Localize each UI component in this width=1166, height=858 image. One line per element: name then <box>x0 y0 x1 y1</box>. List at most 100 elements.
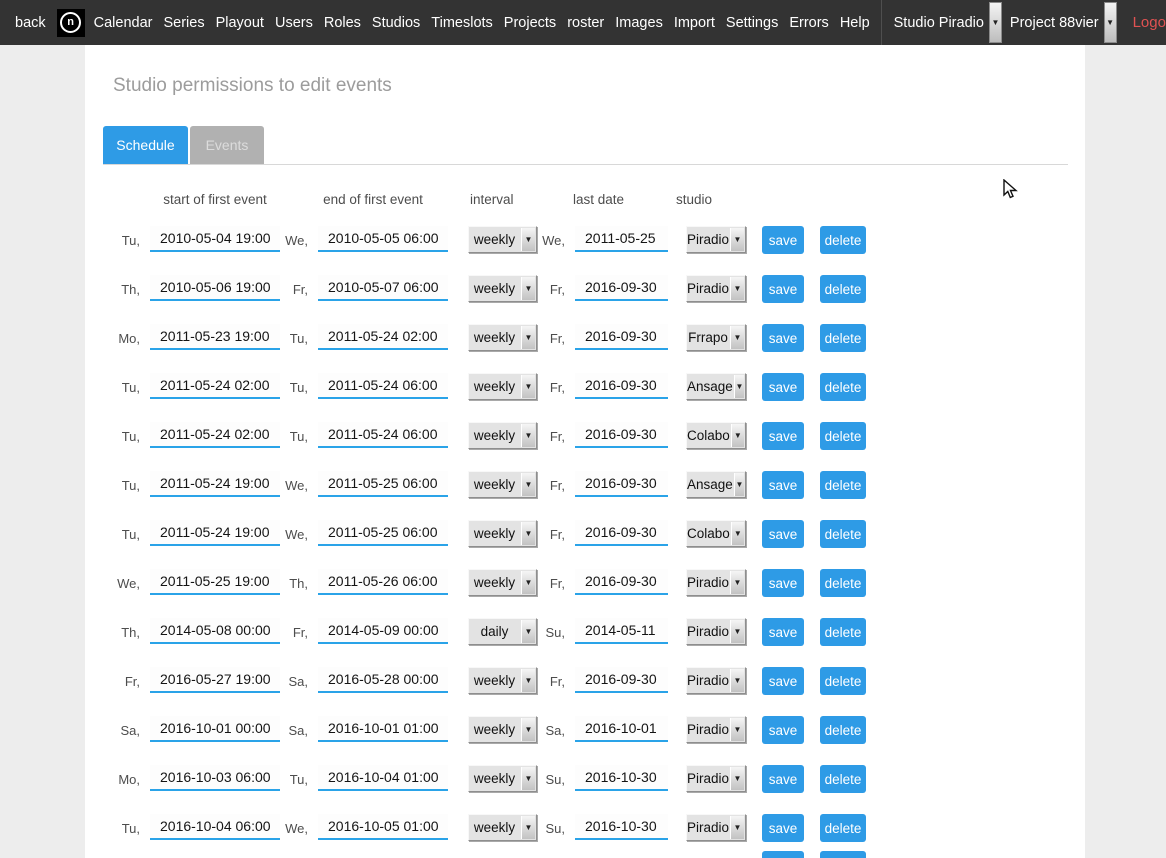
nav-item-roles[interactable]: Roles <box>324 15 361 31</box>
station-logo-icon[interactable]: n <box>57 9 85 37</box>
start-datetime-input[interactable] <box>150 569 280 595</box>
studio-row-select[interactable]: Piradio ▼ <box>686 716 746 743</box>
chevron-down-icon[interactable]: ▼ <box>521 816 535 839</box>
last-date-input[interactable] <box>575 226 668 252</box>
nav-item-projects[interactable]: Projects <box>504 15 556 31</box>
chevron-down-icon[interactable]: ▼ <box>521 375 535 398</box>
chevron-down-icon[interactable]: ▼ <box>521 669 535 692</box>
chevron-down-icon[interactable]: ▼ <box>521 424 535 447</box>
start-datetime-input[interactable] <box>150 324 280 350</box>
start-datetime-input[interactable] <box>150 422 280 448</box>
studio-row-select[interactable]: Piradio ▼ <box>686 814 746 841</box>
last-date-input[interactable] <box>575 373 668 399</box>
nav-item-calendar[interactable]: Calendar <box>94 15 153 31</box>
delete-button[interactable]: delete <box>820 618 866 646</box>
delete-button[interactable]: delete <box>820 275 866 303</box>
delete-button[interactable]: delete <box>820 520 866 548</box>
logout-link[interactable]: Logout <box>1133 14 1166 31</box>
tab-events[interactable]: Events <box>190 126 264 164</box>
end-datetime-input[interactable] <box>318 520 448 546</box>
interval-select[interactable]: weekly ▼ <box>468 716 537 743</box>
interval-select[interactable]: weekly ▼ <box>468 422 537 449</box>
save-button[interactable]: save <box>762 373 804 401</box>
nav-item-roster[interactable]: roster <box>567 15 604 31</box>
end-datetime-input[interactable] <box>318 471 448 497</box>
interval-select[interactable]: weekly ▼ <box>468 814 537 841</box>
chevron-down-icon[interactable]: ▼ <box>521 571 535 594</box>
chevron-down-icon[interactable]: ▼ <box>1104 2 1117 43</box>
end-datetime-input[interactable] <box>318 814 448 840</box>
nav-item-settings[interactable]: Settings <box>726 15 778 31</box>
save-button[interactable]: save <box>762 471 804 499</box>
end-datetime-input[interactable] <box>318 226 448 252</box>
end-datetime-input[interactable] <box>318 618 448 644</box>
chevron-down-icon[interactable]: ▼ <box>521 522 535 545</box>
end-datetime-input[interactable] <box>318 765 448 791</box>
chevron-down-icon[interactable]: ▼ <box>730 767 744 790</box>
interval-select[interactable]: weekly ▼ <box>468 275 537 302</box>
chevron-down-icon[interactable]: ▼ <box>734 473 744 496</box>
delete-button[interactable]: delete <box>820 569 866 597</box>
save-button[interactable]: save <box>762 814 804 842</box>
last-date-input[interactable] <box>575 422 668 448</box>
last-date-input[interactable] <box>575 520 668 546</box>
nav-item-timeslots[interactable]: Timeslots <box>431 15 493 31</box>
interval-select[interactable]: weekly ▼ <box>468 667 537 694</box>
chevron-down-icon[interactable]: ▼ <box>521 620 535 643</box>
start-datetime-input[interactable] <box>150 520 280 546</box>
partial-next-row-save-button[interactable] <box>762 851 804 858</box>
delete-button[interactable]: delete <box>820 765 866 793</box>
chevron-down-icon[interactable]: ▼ <box>730 326 744 349</box>
last-date-input[interactable] <box>575 471 668 497</box>
save-button[interactable]: save <box>762 520 804 548</box>
chevron-down-icon[interactable]: ▼ <box>521 473 535 496</box>
save-button[interactable]: save <box>762 324 804 352</box>
save-button[interactable]: save <box>762 618 804 646</box>
start-datetime-input[interactable] <box>150 618 280 644</box>
delete-button[interactable]: delete <box>820 226 866 254</box>
start-datetime-input[interactable] <box>150 373 280 399</box>
start-datetime-input[interactable] <box>150 471 280 497</box>
interval-select[interactable]: weekly ▼ <box>468 471 537 498</box>
start-datetime-input[interactable] <box>150 716 280 742</box>
project-select[interactable]: Project 88vier ▼ <box>1010 0 1117 45</box>
end-datetime-input[interactable] <box>318 275 448 301</box>
studio-row-select[interactable]: Piradio ▼ <box>686 618 746 645</box>
last-date-input[interactable] <box>575 324 668 350</box>
chevron-down-icon[interactable]: ▼ <box>521 718 535 741</box>
chevron-down-icon[interactable]: ▼ <box>730 228 744 251</box>
studio-row-select[interactable]: Piradio ▼ <box>686 275 746 302</box>
nav-item-import[interactable]: Import <box>674 15 715 31</box>
last-date-input[interactable] <box>575 814 668 840</box>
studio-select[interactable]: Studio Piradio ▼ <box>894 0 1002 45</box>
start-datetime-input[interactable] <box>150 814 280 840</box>
end-datetime-input[interactable] <box>318 667 448 693</box>
chevron-down-icon[interactable]: ▼ <box>730 571 744 594</box>
start-datetime-input[interactable] <box>150 226 280 252</box>
tab-schedule[interactable]: Schedule <box>103 126 188 164</box>
delete-button[interactable]: delete <box>820 422 866 450</box>
start-datetime-input[interactable] <box>150 275 280 301</box>
chevron-down-icon[interactable]: ▼ <box>521 277 535 300</box>
nav-item-errors[interactable]: Errors <box>789 15 828 31</box>
chevron-down-icon[interactable]: ▼ <box>521 326 535 349</box>
studio-row-select[interactable]: Piradio ▼ <box>686 569 746 596</box>
last-date-input[interactable] <box>575 765 668 791</box>
last-date-input[interactable] <box>575 569 668 595</box>
end-datetime-input[interactable] <box>318 716 448 742</box>
delete-button[interactable]: delete <box>820 324 866 352</box>
chevron-down-icon[interactable]: ▼ <box>731 522 744 545</box>
chevron-down-icon[interactable]: ▼ <box>730 277 744 300</box>
studio-row-select[interactable]: Piradio ▼ <box>686 667 746 694</box>
interval-select[interactable]: weekly ▼ <box>468 520 537 547</box>
delete-button[interactable]: delete <box>820 471 866 499</box>
chevron-down-icon[interactable]: ▼ <box>730 816 744 839</box>
nav-item-help[interactable]: Help <box>840 15 870 31</box>
end-datetime-input[interactable] <box>318 324 448 350</box>
studio-row-select[interactable]: Ansage ▼ <box>686 471 746 498</box>
last-date-input[interactable] <box>575 275 668 301</box>
interval-select[interactable]: weekly ▼ <box>468 373 537 400</box>
studio-row-select[interactable]: Piradio ▼ <box>686 765 746 792</box>
start-datetime-input[interactable] <box>150 667 280 693</box>
chevron-down-icon[interactable]: ▼ <box>521 228 535 251</box>
